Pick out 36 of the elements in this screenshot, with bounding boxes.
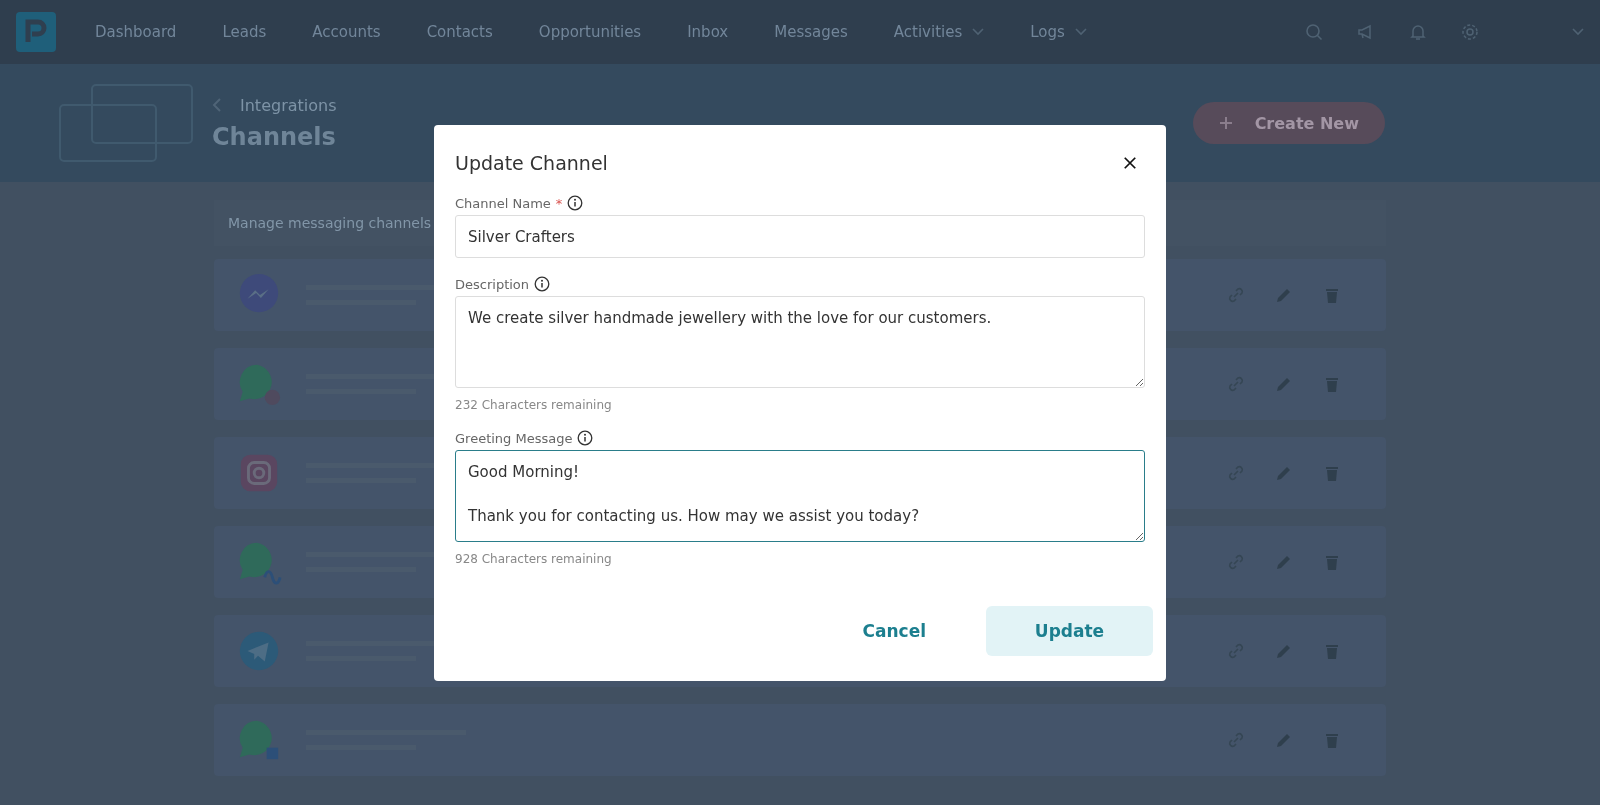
field-label: Greeting Message bbox=[455, 430, 573, 446]
dialog-title: Update Channel bbox=[455, 152, 608, 174]
nav-link[interactable]: Contacts bbox=[403, 23, 516, 41]
nav-link[interactable]: Dashboard bbox=[72, 23, 200, 41]
info-icon[interactable] bbox=[577, 430, 594, 446]
intro-text: Manage messaging channels bbox=[228, 215, 432, 231]
update-button[interactable]: Update bbox=[986, 606, 1153, 656]
nav-link[interactable]: Logs bbox=[1007, 23, 1110, 41]
chevron-icon[interactable] bbox=[1572, 28, 1584, 36]
nav-link[interactable]: Accounts bbox=[289, 23, 404, 41]
field-label: Description bbox=[455, 276, 530, 292]
back-icon[interactable] bbox=[212, 97, 222, 113]
nav-link[interactable]: Opportunities bbox=[515, 23, 665, 41]
nav-link[interactable]: Leads bbox=[199, 23, 290, 41]
nav-link[interactable]: Activities bbox=[870, 23, 1008, 41]
info-icon[interactable] bbox=[567, 195, 584, 211]
required-mark: * bbox=[555, 195, 563, 211]
character-counter: 928 Characters remaining bbox=[455, 552, 613, 566]
cancel-button[interactable]: Cancel bbox=[832, 606, 956, 656]
nav-link[interactable]: Inbox bbox=[664, 23, 752, 41]
character-counter: 232 Characters remaining bbox=[455, 398, 613, 412]
text-area[interactable]: Good Morning! Thank you for contacting us. How may we assist you today? bbox=[455, 450, 1145, 542]
channel-name-input[interactable]: Silver Crafters bbox=[455, 215, 1145, 258]
search-icon[interactable] bbox=[1304, 22, 1324, 42]
field-label: Channel Name bbox=[455, 195, 551, 211]
page-title: Channels bbox=[212, 122, 337, 151]
text-area[interactable]: We create silver handmade jewellery with the love for our customers. bbox=[455, 296, 1145, 388]
logo-icon[interactable] bbox=[16, 12, 56, 52]
nav-link[interactable]: Messages bbox=[751, 23, 871, 41]
close-icon[interactable] bbox=[1123, 156, 1137, 170]
info-icon[interactable] bbox=[534, 276, 551, 292]
settings-icon[interactable] bbox=[1460, 22, 1480, 42]
bell-icon[interactable] bbox=[1408, 22, 1428, 42]
create-new-button[interactable]: Create New bbox=[1192, 102, 1385, 144]
breadcrumb-link[interactable]: Integrations bbox=[240, 95, 337, 115]
plus-icon bbox=[1218, 116, 1233, 130]
